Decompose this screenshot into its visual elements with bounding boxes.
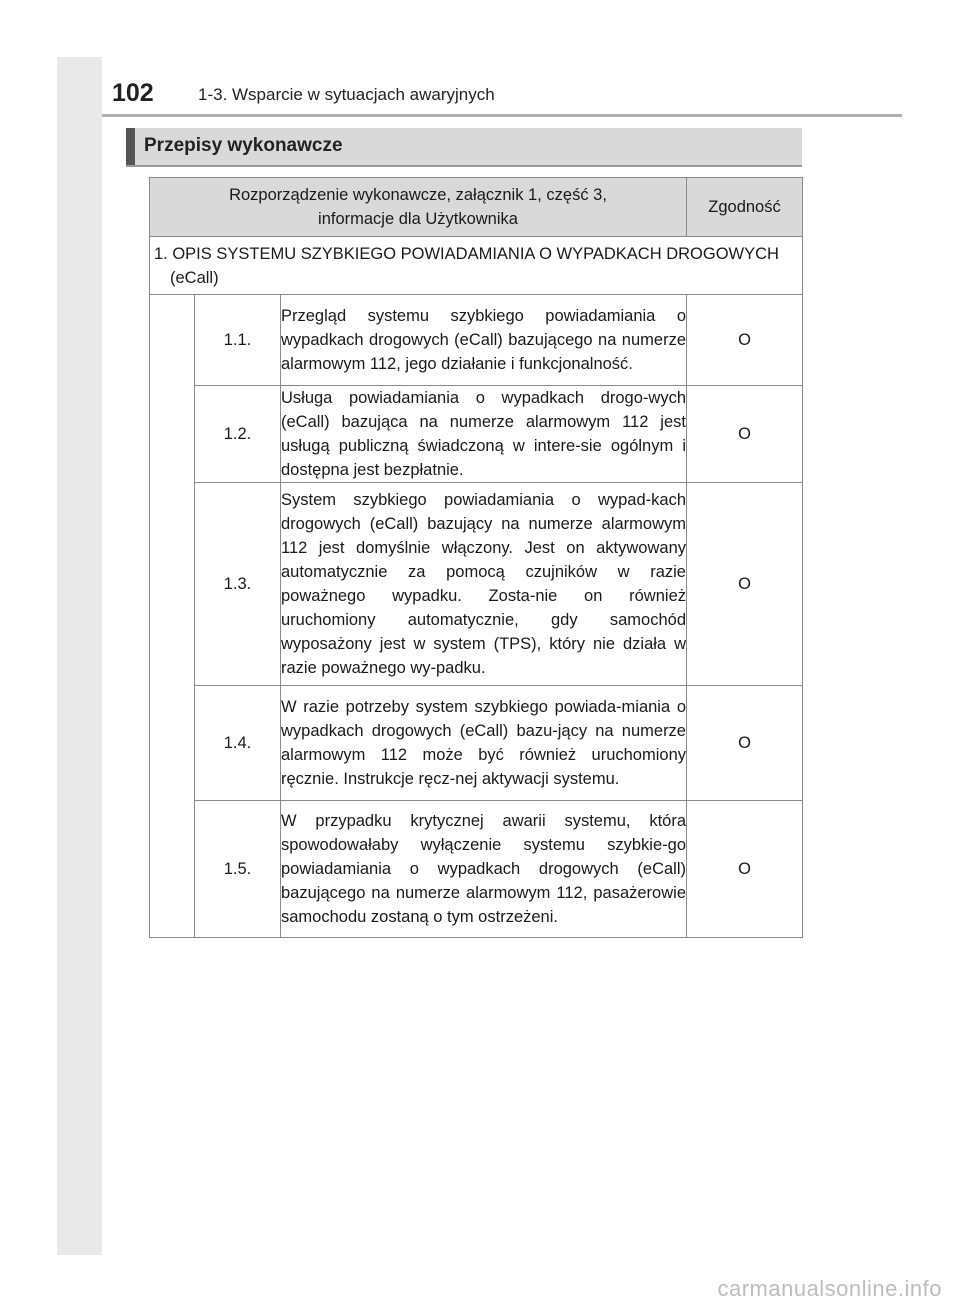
- chapter-title: 1-3. Wsparcie w sytuacjach awaryjnych: [198, 85, 495, 104]
- table-header-row: Rozporządzenie wykonawcze, załącznik 1, …: [149, 177, 803, 237]
- row-number: 1.2.: [194, 385, 281, 483]
- section-heading: Przepisy wykonawcze: [126, 128, 802, 167]
- table-row: 1.4. W razie potrzeby system szybkiego p…: [150, 685, 803, 801]
- watermark: carmanualsonline.info: [717, 1276, 942, 1301]
- table-row: 1.1. Przegląd systemu szybkiego powiadam…: [149, 294, 803, 938]
- row-number: 1.1.: [194, 294, 281, 386]
- compliance-mark: O: [686, 685, 803, 801]
- section-row: 1. OPIS SYSTEMU SZYBKIEGO POWIADAMIANIA …: [149, 236, 803, 295]
- compliance-mark: O: [686, 800, 803, 938]
- compliance-mark: O: [686, 294, 803, 386]
- row-number: 1.3.: [194, 482, 281, 686]
- page-number: 102: [112, 79, 154, 107]
- section-title: Przepisy wykonawcze: [144, 135, 343, 156]
- row-number: 1.4.: [194, 685, 281, 801]
- indent-cell: [149, 294, 195, 938]
- table-row: 1.5. W przypadku krytycznej awarii syste…: [150, 800, 803, 938]
- page-margin-band: [57, 57, 102, 1255]
- row-number: 1.5.: [194, 800, 281, 938]
- compliance-mark: O: [686, 482, 803, 686]
- section-row-text: 1. OPIS SYSTEMU SZYBKIEGO POWIADAMIANIA …: [154, 244, 779, 287]
- header-compliance: Zgodność: [686, 177, 803, 237]
- row-text: System szybkiego powiadamiania o wypad-k…: [280, 482, 687, 686]
- regulation-table: Rozporządzenie wykonawcze, załącznik 1, …: [149, 177, 803, 938]
- header-regulation: Rozporządzenie wykonawcze, załącznik 1, …: [149, 177, 687, 237]
- row-text: W razie potrzeby system szybkiego powiad…: [280, 685, 687, 801]
- table-row: 1.3. System szybkiego powiadamiania o wy…: [150, 482, 803, 686]
- row-text: Przegląd systemu szybkiego powiadamiania…: [280, 294, 687, 386]
- row-text: Usługa powiadamiania o wypadkach drogo-w…: [280, 385, 687, 483]
- row-text: W przypadku krytycznej awarii systemu, k…: [280, 800, 687, 938]
- section-accent-bar: [126, 128, 135, 165]
- compliance-mark: O: [686, 385, 803, 483]
- header-divider: [102, 114, 902, 117]
- table-row: 1.2. Usługa powiadamiania o wypadkach dr…: [150, 385, 803, 483]
